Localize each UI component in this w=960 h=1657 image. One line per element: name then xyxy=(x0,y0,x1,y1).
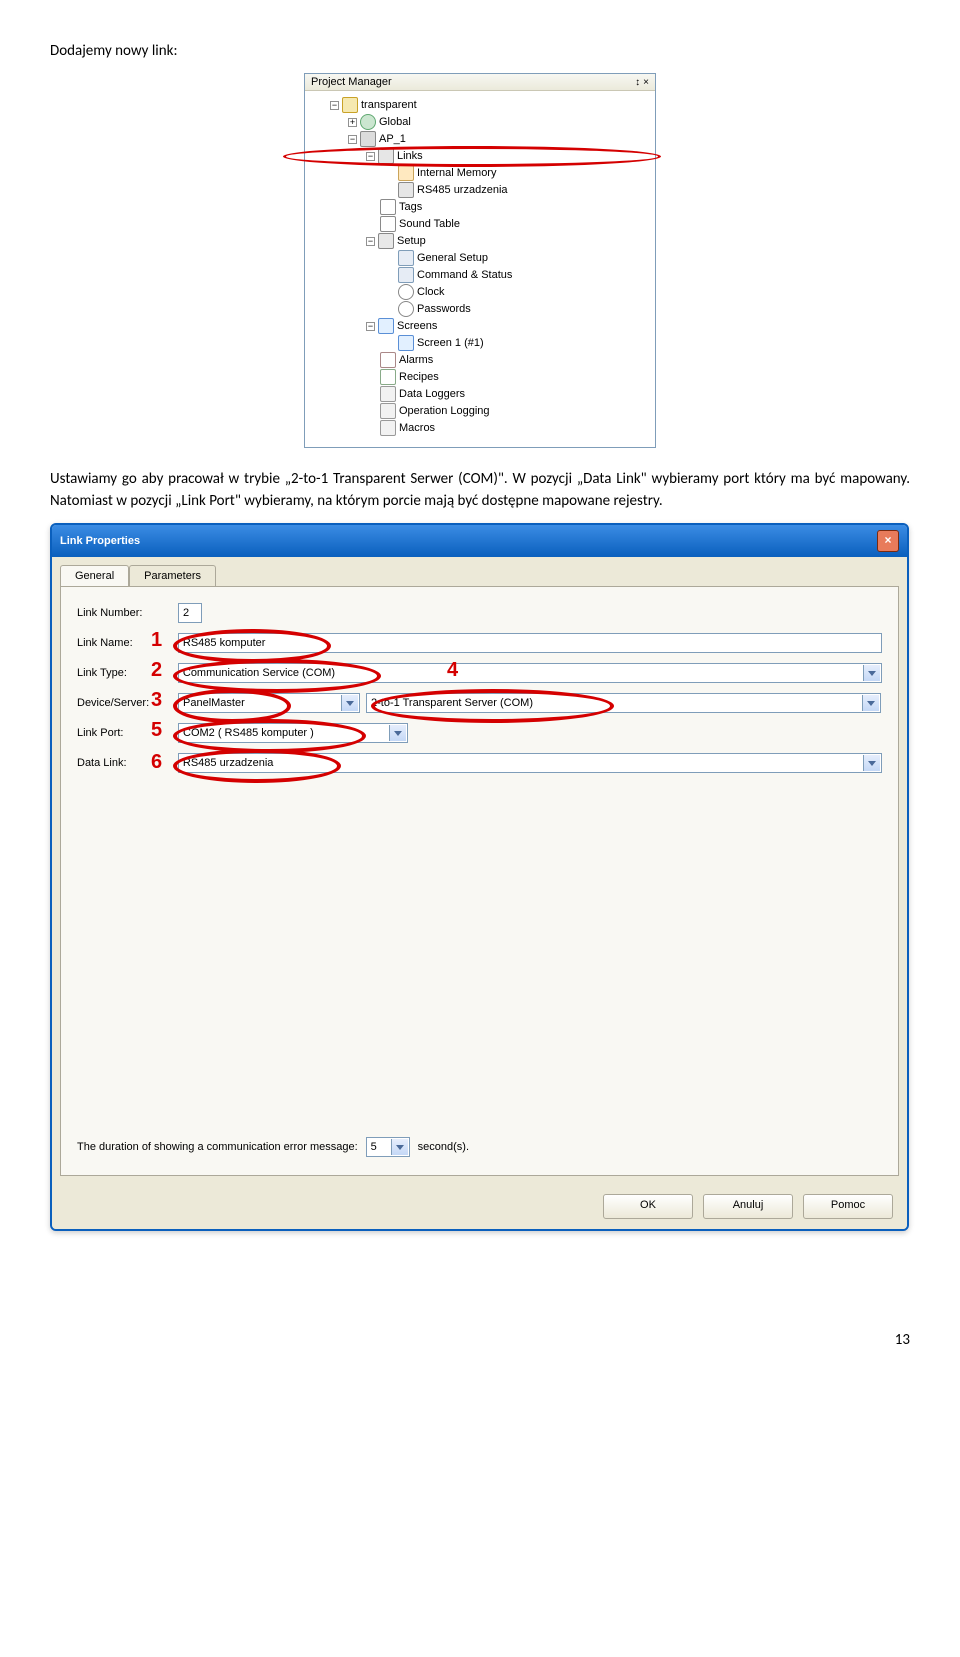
recipe-icon xyxy=(380,369,396,385)
tree-node-screens[interactable]: −Screens xyxy=(309,318,651,335)
clock-icon xyxy=(398,284,414,300)
label-duration: The duration of showing a communication … xyxy=(77,1141,358,1153)
label-duration-unit: second(s). xyxy=(418,1141,469,1153)
screens-icon xyxy=(378,318,394,334)
chevron-down-icon xyxy=(396,1145,404,1150)
cancel-button[interactable]: Anuluj xyxy=(703,1194,793,1219)
tree-node-recipes[interactable]: Recipes xyxy=(309,369,651,386)
field-device-server-1[interactable]: PanelMaster xyxy=(178,693,360,713)
pm-titlebar: Project Manager ↕ × xyxy=(305,74,655,91)
toggle-icon[interactable]: − xyxy=(330,101,339,110)
field-link-type[interactable]: Communication Service (COM) xyxy=(178,663,882,683)
dialog-footer: OK Anuluj Pomoc xyxy=(52,1184,907,1229)
tree-node-clock[interactable]: Clock xyxy=(309,284,651,301)
annotation-1: 1 xyxy=(151,629,162,652)
logger-icon xyxy=(380,386,396,402)
tags-icon xyxy=(380,199,396,215)
pin-icon[interactable]: ↕ xyxy=(635,77,640,88)
field-link-number[interactable]: 2 xyxy=(178,603,202,623)
globe-icon xyxy=(360,114,376,130)
close-icon[interactable]: × xyxy=(877,530,899,552)
row-link-number: Link Number: 2 xyxy=(77,603,882,623)
tree-node-tags[interactable]: Tags xyxy=(309,199,651,216)
toggle-icon[interactable]: + xyxy=(348,118,357,127)
pm-title: Project Manager xyxy=(311,76,392,88)
row-link-type: Link Type: Communication Service (COM) 2… xyxy=(77,663,882,683)
tree-node-oplog[interactable]: Operation Logging xyxy=(309,403,651,420)
chevron-down-icon xyxy=(868,761,876,766)
annotation-4: 4 xyxy=(447,659,458,682)
tab-parameters[interactable]: Parameters xyxy=(129,565,216,586)
tree-node-global[interactable]: +Global xyxy=(309,114,651,131)
chevron-down-icon xyxy=(867,701,875,706)
field-link-port[interactable]: COM2 ( RS485 komputer ) xyxy=(178,723,408,743)
tree-node-setup[interactable]: −Setup xyxy=(309,233,651,250)
field-link-name[interactable]: RS485 komputer xyxy=(178,633,882,653)
tree-node-sound[interactable]: Sound Table xyxy=(309,216,651,233)
row-device-server: Device/Server: PanelMaster 2-to-1 Transp… xyxy=(77,693,882,713)
row-link-name: Link Name: RS485 komputer 1 xyxy=(77,633,882,653)
help-button[interactable]: Pomoc xyxy=(803,1194,893,1219)
settings-icon xyxy=(398,250,414,266)
tree-node-passwords[interactable]: Passwords xyxy=(309,301,651,318)
annotation-3: 3 xyxy=(151,689,162,712)
field-device-server-2[interactable]: 2-to-1 Transparent Server (COM) xyxy=(366,693,881,713)
toggle-icon[interactable]: − xyxy=(366,152,375,161)
command-icon xyxy=(398,267,414,283)
folder-icon xyxy=(342,97,358,113)
row-link-port: Link Port: COM2 ( RS485 komputer ) 5 xyxy=(77,723,882,743)
chevron-down-icon xyxy=(346,701,354,706)
macro-icon xyxy=(380,420,396,436)
toggle-icon[interactable]: − xyxy=(366,237,375,246)
label-link-number: Link Number: xyxy=(77,607,172,619)
tree-node-internal-memory[interactable]: Internal Memory xyxy=(309,165,651,182)
tab-general[interactable]: General xyxy=(60,565,129,586)
lock-icon xyxy=(398,301,414,317)
tree-node-loggers[interactable]: Data Loggers xyxy=(309,386,651,403)
tree-node-links[interactable]: −Links xyxy=(309,148,651,165)
field-duration[interactable]: 5 xyxy=(366,1137,410,1157)
tree-node-rs485[interactable]: RS485 urzadzenia xyxy=(309,182,651,199)
page-number: 13 xyxy=(50,1331,910,1349)
dialog-title: Link Properties xyxy=(60,535,140,547)
tree-node-alarms[interactable]: Alarms xyxy=(309,352,651,369)
dialog-page-general: Link Number: 2 Link Name: RS485 komputer… xyxy=(60,586,899,1176)
tree-node-root[interactable]: −transparent xyxy=(309,97,651,114)
tree-node-cmd-status[interactable]: Command & Status xyxy=(309,267,651,284)
annotation-2: 2 xyxy=(151,659,162,682)
ok-button[interactable]: OK xyxy=(603,1194,693,1219)
tree-node-general-setup[interactable]: General Setup xyxy=(309,250,651,267)
field-data-link[interactable]: RS485 urzadzenia xyxy=(178,753,882,773)
heading: Dodajemy nowy link: xyxy=(50,40,910,63)
screen-icon xyxy=(398,335,414,351)
chevron-down-icon xyxy=(868,671,876,676)
tree-node-screen1[interactable]: Screen 1 (#1) xyxy=(309,335,651,352)
annotation-5: 5 xyxy=(151,719,162,742)
tree-node-macros[interactable]: Macros xyxy=(309,420,651,437)
hmi-icon xyxy=(360,131,376,147)
dialog-titlebar: Link Properties × xyxy=(52,525,907,557)
annotation-6: 6 xyxy=(151,751,162,774)
link-properties-dialog: Link Properties × General Parameters Lin… xyxy=(50,523,909,1231)
oplog-icon xyxy=(380,403,396,419)
project-manager-panel: Project Manager ↕ × −transparent +Global… xyxy=(304,73,656,448)
tree-node-ap1[interactable]: −AP_1 xyxy=(309,131,651,148)
wrench-icon xyxy=(378,233,394,249)
row-data-link: Data Link: RS485 urzadzenia 6 xyxy=(77,753,882,773)
device-icon xyxy=(398,182,414,198)
sound-icon xyxy=(380,216,396,232)
row-duration: The duration of showing a communication … xyxy=(77,1137,469,1157)
links-icon xyxy=(378,148,394,164)
toggle-icon[interactable]: − xyxy=(348,135,357,144)
close-icon[interactable]: × xyxy=(643,77,649,88)
toggle-icon[interactable]: − xyxy=(366,322,375,331)
alarm-icon xyxy=(380,352,396,368)
paragraph: Ustawiamy go aby pracował w trybie „2-to… xyxy=(50,468,910,513)
memory-icon xyxy=(398,165,414,181)
chevron-down-icon xyxy=(394,731,402,736)
